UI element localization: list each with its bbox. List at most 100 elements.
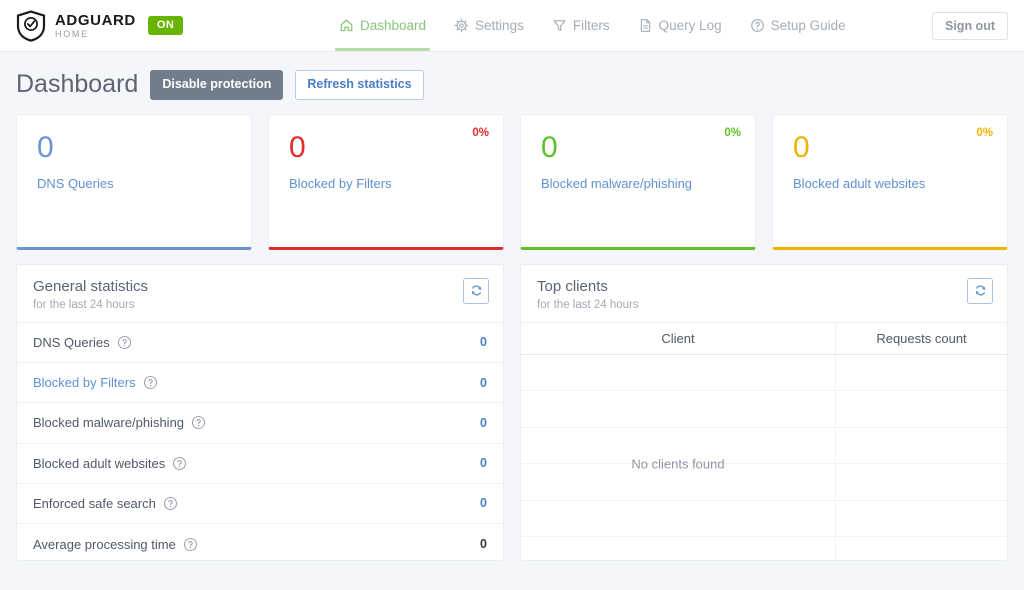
nav-item-query-log[interactable]: Query Log: [624, 0, 736, 51]
general-statistics-row-label: Enforced safe search: [33, 495, 156, 511]
nav-label: Setup Guide: [770, 18, 846, 33]
page-heading: Dashboard Disable protection Refresh sta…: [0, 52, 1024, 114]
protection-status-badge[interactable]: ON: [147, 16, 184, 35]
help-icon-wrapper[interactable]: [136, 375, 158, 390]
stat-card-value: 0: [37, 130, 54, 164]
main-navigation: Dashboard Settings Filters Query Log Set…: [325, 0, 860, 51]
stat-card: 0% 0 Blocked adult websites: [772, 113, 1008, 250]
help-question-icon[interactable]: [117, 335, 132, 350]
brand-logo[interactable]: ADGUARD HOME: [16, 10, 136, 42]
top-clients-refresh-button[interactable]: [967, 277, 993, 304]
stat-card-label[interactable]: Blocked malware/phishing: [541, 176, 735, 191]
nav-item-dashboard[interactable]: Dashboard: [325, 0, 440, 51]
table-row: [521, 427, 1007, 465]
panel-subtitle: for the last 24 hours: [537, 298, 639, 311]
panel-title: General statistics: [33, 277, 149, 295]
general-statistics-row: DNS Queries 0: [17, 323, 503, 363]
adguard-shield-icon: [16, 10, 46, 42]
stat-card-percent: 0%: [976, 126, 993, 139]
stat-card-percent: 0%: [472, 126, 489, 139]
table-row: [521, 354, 1007, 392]
panel-subtitle: for the last 24 hours: [33, 298, 135, 311]
general-statistics-rows: DNS Queries 0 Blocked by Filters 0 Blocked m…: [17, 323, 503, 560]
general-statistics-refresh-button[interactable]: [463, 277, 489, 304]
stat-card-value: 0: [541, 130, 558, 164]
help-icon-wrapper[interactable]: [110, 335, 132, 350]
table-cell-requests-count: [835, 427, 1007, 464]
refresh-statistics-button[interactable]: Refresh statistics: [295, 70, 424, 100]
table-cell-client: [521, 355, 835, 391]
stat-cards-row: 0 DNS Queries 0% 0 Blocked by Filters 0% 0 Bloc…: [0, 113, 1024, 250]
nav-item-filters[interactable]: Filters: [538, 0, 624, 51]
page-title: Dashboard: [16, 70, 139, 99]
help-icon-wrapper[interactable]: [184, 415, 206, 430]
home-icon: [340, 19, 353, 32]
stat-card-value: 0: [793, 130, 810, 164]
stat-card: 0% 0 Blocked by Filters: [268, 113, 504, 250]
table-cell-client: [521, 464, 835, 500]
help-question-icon[interactable]: [191, 415, 206, 430]
nav-label: Query Log: [658, 18, 722, 33]
stat-card-label[interactable]: Blocked adult websites: [793, 176, 987, 191]
general-statistics-row-value: 0: [480, 415, 487, 430]
table-cell-requests-count: [835, 391, 1007, 427]
refresh-icon: [975, 285, 985, 296]
top-clients-table-header: Client Requests count: [521, 322, 1007, 355]
top-header: ADGUARD HOME ON Dashboard Settings Filte…: [0, 0, 1024, 52]
nav-label: Filters: [572, 18, 610, 33]
general-statistics-row-value: 0: [480, 496, 487, 511]
general-statistics-row-label: Blocked adult websites: [33, 455, 166, 471]
help-question-icon[interactable]: [172, 456, 187, 471]
stat-card: 0 DNS Queries: [16, 113, 252, 250]
column-header-client[interactable]: Client: [521, 323, 835, 354]
sign-out-button[interactable]: Sign out: [932, 11, 1008, 40]
nav-label: Settings: [475, 18, 524, 33]
general-statistics-row-value: 0: [480, 537, 487, 552]
stat-card-percent: 0%: [724, 126, 741, 139]
disable-protection-button[interactable]: Disable protection: [150, 70, 284, 100]
table-cell-client: [521, 501, 835, 537]
general-statistics-row: Blocked malware/phishing 0: [17, 403, 503, 444]
general-statistics-row-value: 0: [480, 375, 487, 390]
general-statistics-panel: General statistics for the last 24 hours…: [16, 263, 504, 561]
general-statistics-header: General statistics for the last 24 hours: [17, 265, 503, 323]
column-header-requests-count[interactable]: Requests count: [835, 322, 1007, 354]
nav-item-setup-guide[interactable]: Setup Guide: [736, 0, 860, 51]
table-row: [521, 391, 1007, 428]
table-cell-requests-count: [835, 464, 1007, 500]
help-question-icon[interactable]: [143, 375, 158, 390]
question-circle-icon: [750, 19, 764, 32]
stat-card-label[interactable]: DNS Queries: [37, 176, 231, 191]
table-cell-client: [521, 428, 835, 464]
table-row: [521, 464, 1007, 501]
table-row: [521, 537, 1007, 560]
table-row: [521, 500, 1007, 538]
gear-icon: [454, 18, 469, 33]
table-cell-client: [521, 391, 835, 427]
stat-card-label[interactable]: Blocked by Filters: [289, 176, 483, 191]
top-clients-header: Top clients for the last 24 hours: [521, 265, 1007, 323]
help-question-icon[interactable]: [163, 496, 178, 511]
general-statistics-row-value: 0: [480, 335, 487, 350]
brand-subtitle: HOME: [55, 28, 89, 39]
general-statistics-row-label: Blocked malware/phishing: [33, 415, 185, 431]
nav-item-settings[interactable]: Settings: [440, 0, 538, 51]
general-statistics-row-value: 0: [480, 456, 487, 471]
general-statistics-row: Enforced safe search 0: [17, 484, 503, 525]
general-statistics-row: Average processing time 0: [17, 524, 503, 560]
table-cell-client: [521, 537, 835, 560]
panel-title: Top clients: [537, 277, 608, 295]
general-statistics-row: Blocked adult websites 0: [17, 444, 503, 484]
brand-title: ADGUARD: [55, 11, 136, 29]
help-icon-wrapper[interactable]: [176, 537, 198, 552]
nav-label: Dashboard: [360, 18, 427, 33]
help-icon-wrapper[interactable]: [156, 496, 178, 511]
general-statistics-row-label[interactable]: Blocked by Filters: [33, 375, 136, 390]
help-icon-wrapper[interactable]: [165, 456, 187, 471]
general-statistics-row-label: Average processing time: [33, 536, 176, 552]
document-icon: [640, 19, 650, 32]
refresh-icon: [471, 285, 481, 296]
panels-row: General statistics for the last 24 hours…: [0, 250, 1024, 561]
help-question-icon[interactable]: [183, 537, 198, 552]
top-clients-panel: Top clients for the last 24 hours Client…: [520, 263, 1008, 561]
